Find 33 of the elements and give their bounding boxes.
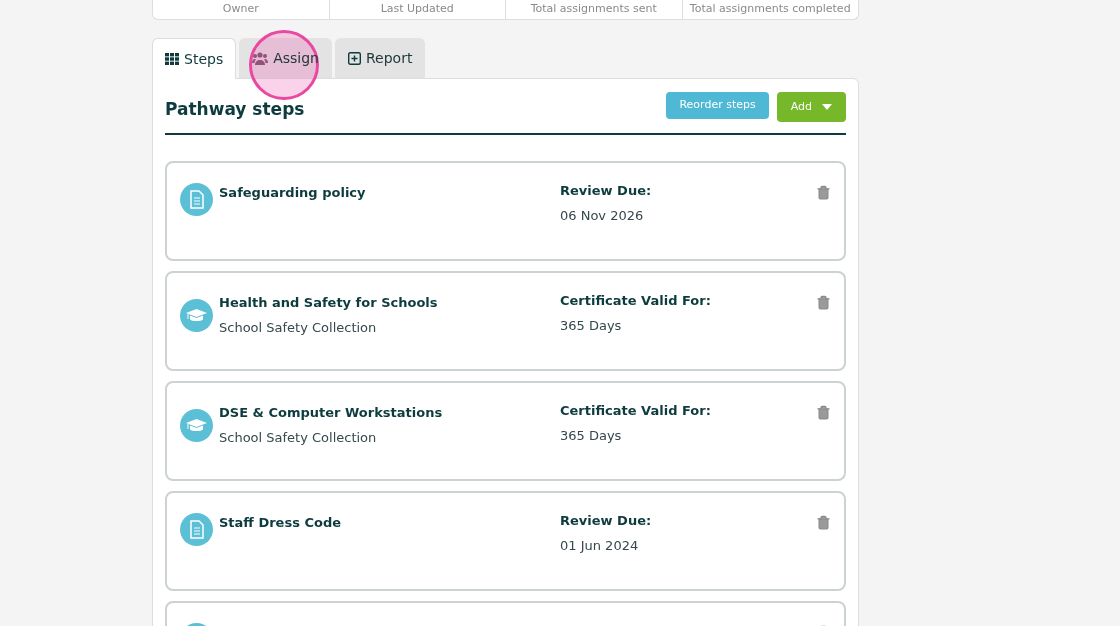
users-icon [252,52,269,65]
step-title: Health and Safety for Schools [219,293,438,312]
column-header: Owner [222,3,259,14]
step-subtitle: School Safety Collection [219,429,378,447]
trash-icon[interactable] [816,184,831,200]
document-icon [180,512,213,546]
detail-label: Review Due: [560,181,653,200]
detail-value: 365 Days [560,317,623,335]
step-title: Safeguarding policy [219,183,366,202]
detail-label: Review Due: [560,511,653,530]
trash-icon[interactable] [816,514,831,530]
detail-value: 06 Nov 2026 [560,207,645,225]
document-icon [180,182,213,216]
column-header: Total assignments completed [689,3,851,14]
step-subtitle: School Safety Collection [219,319,378,337]
section-title: Pathway steps [165,98,305,121]
graduation-cap-icon [180,408,213,442]
step-title: Staff Dress Code [219,513,342,532]
detail-label: Certificate Valid For: [560,401,712,420]
plus-square-icon [348,52,361,65]
graduation-cap-icon [180,298,213,332]
tab[interactable]: Steps [152,38,237,79]
step-title: DSE & Computer Workstations [219,403,443,422]
column-header: Last Updated [380,3,454,14]
tab[interactable]: Report [335,38,426,78]
caret-icon [822,103,832,110]
detail-label: Certificate Valid For: [560,291,712,310]
grid-icon [165,53,179,65]
detail-value: 365 Days [560,427,623,445]
trash-icon[interactable] [816,404,831,420]
trash-icon[interactable] [816,294,831,310]
column-header: Total assignments sent [530,3,657,14]
detail-value: 01 Jun 2024 [560,537,640,555]
